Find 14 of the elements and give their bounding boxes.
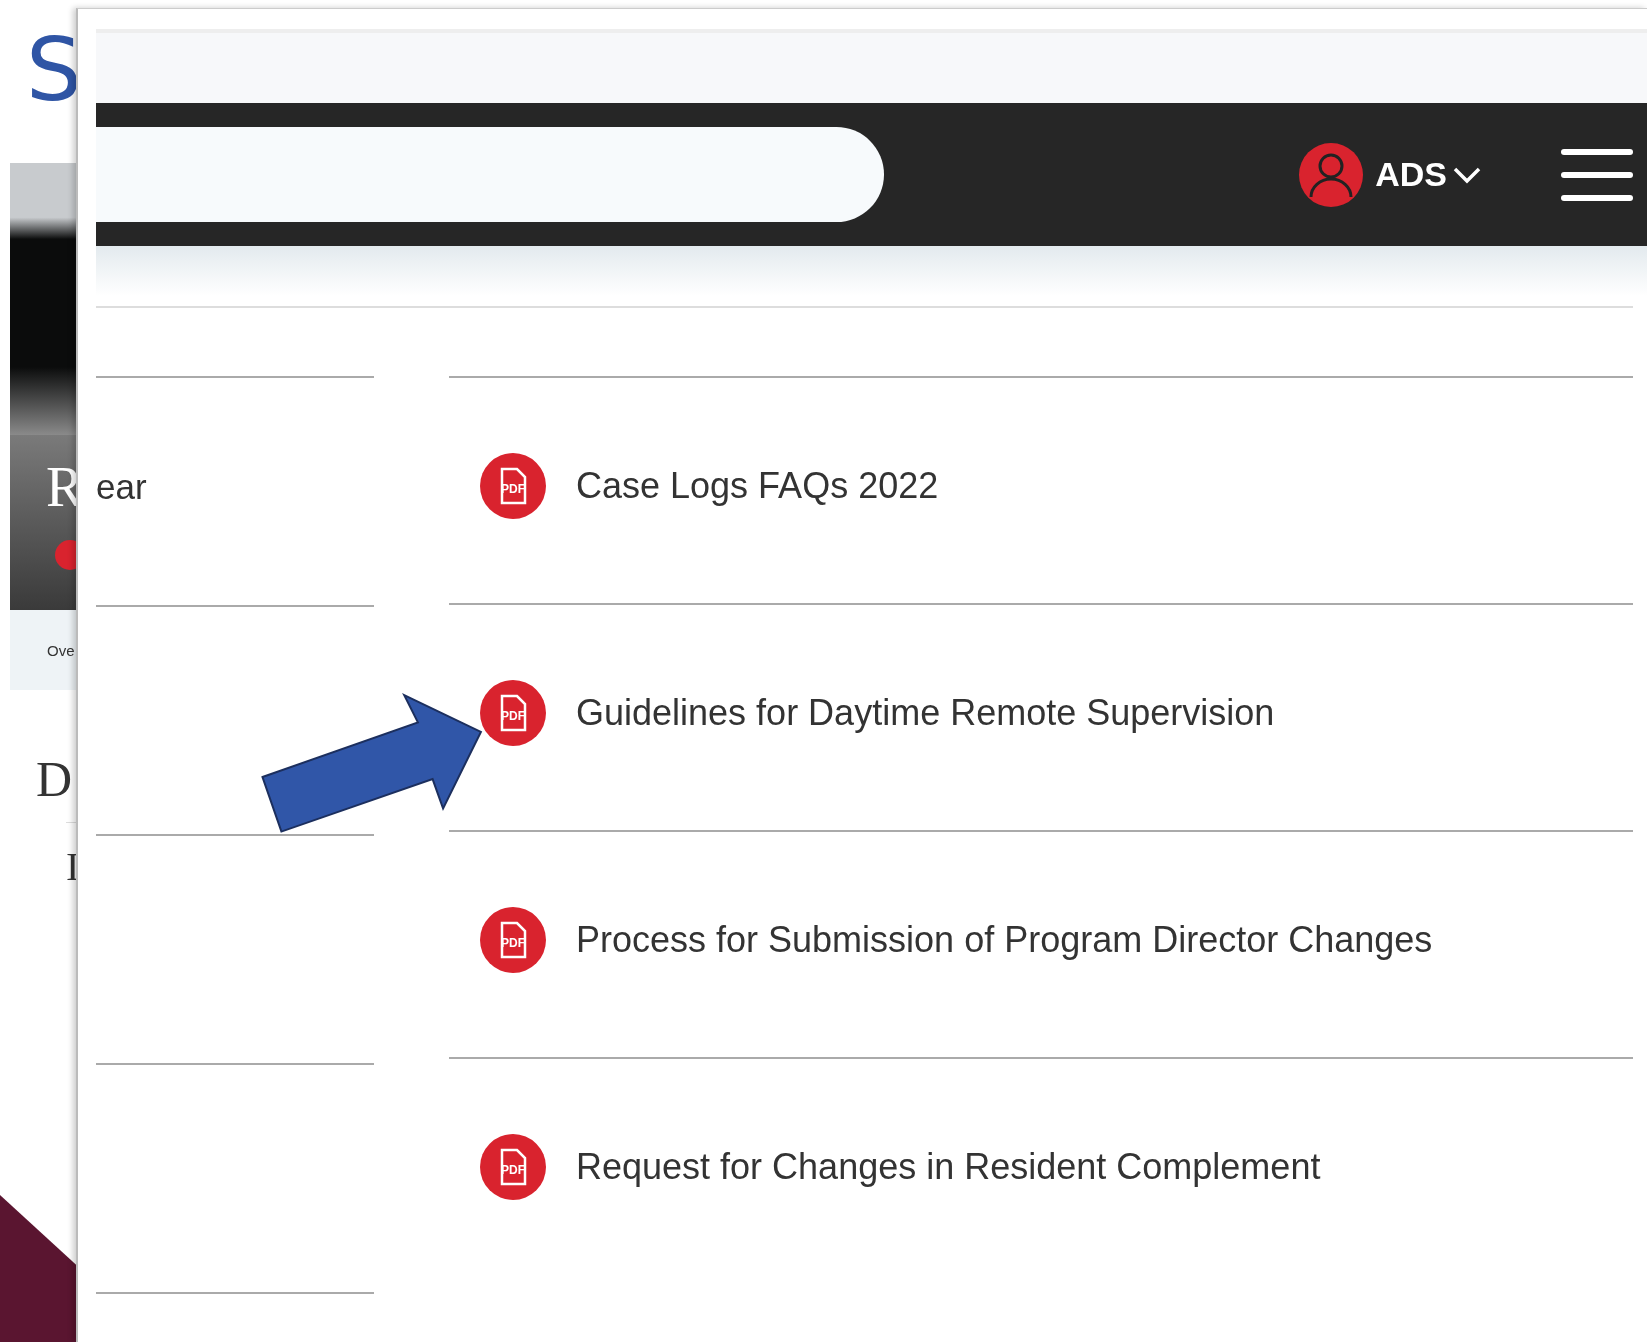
page-heading: D <box>36 750 74 808</box>
document-link[interactable]: Case Logs FAQs 2022 <box>576 464 939 507</box>
document-link[interactable]: Process for Submission of Program Director Changes <box>576 918 1433 961</box>
user-icon[interactable] <box>1299 142 1364 207</box>
menu-icon[interactable] <box>1561 146 1633 203</box>
tab-label[interactable]: Ove <box>47 641 75 659</box>
search-field[interactable] <box>96 127 884 222</box>
document-link[interactable]: Request for Changes in Resident Complement <box>576 1145 1321 1188</box>
slide-title: S <box>26 26 82 114</box>
user-menu-button[interactable]: ADS <box>1375 155 1481 194</box>
document-link[interactable]: Guidelines for Daytime Remote Supervision <box>576 691 1275 734</box>
list-item-text[interactable]: ear <box>96 466 147 507</box>
body-text: I <box>66 843 81 890</box>
caret-icon <box>1453 165 1481 184</box>
